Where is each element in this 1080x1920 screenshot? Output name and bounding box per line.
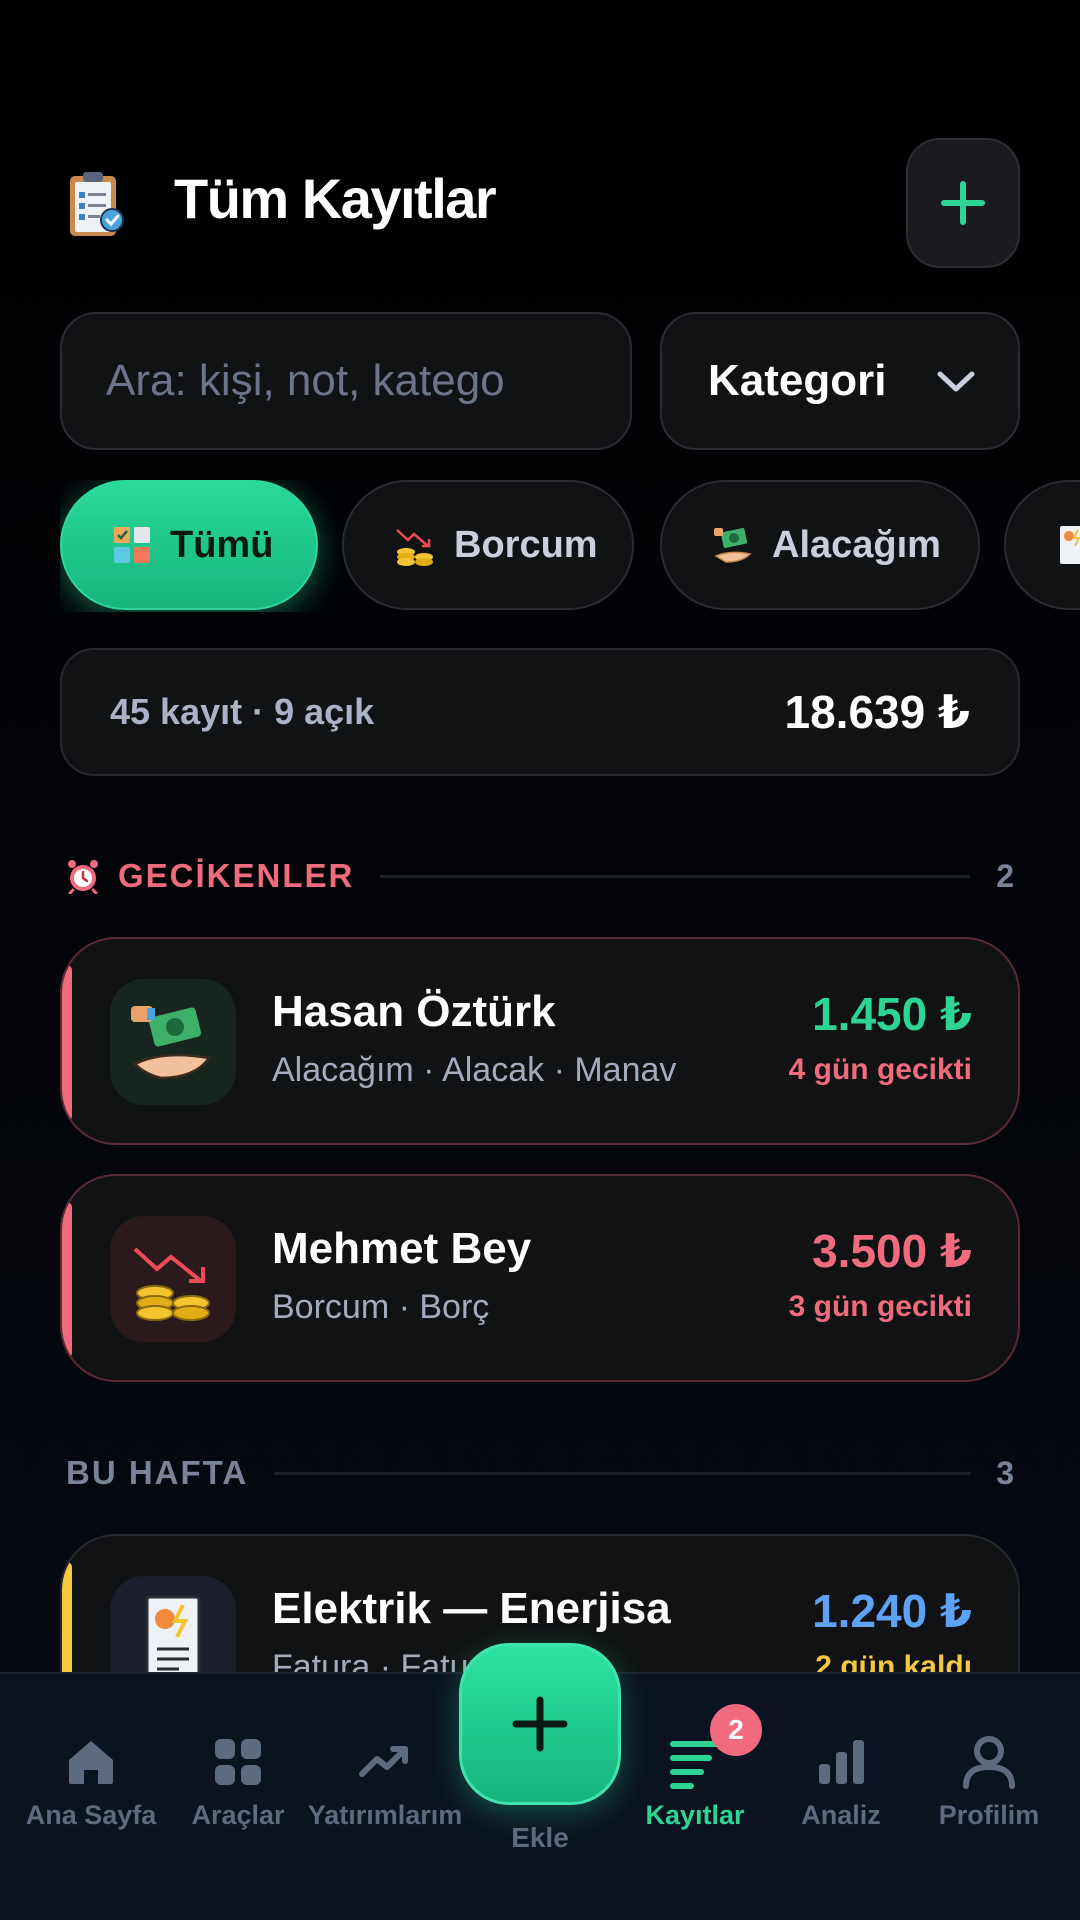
trend-up-icon: [359, 1746, 408, 1777]
header: Tüm Kayıtlar: [60, 138, 1020, 268]
fab-label: Ekle: [511, 1822, 569, 1853]
user-icon: [963, 1736, 1015, 1789]
chip-label: Tümü: [170, 523, 274, 566]
record-amount: 3.500 ₺: [812, 1225, 972, 1277]
record-name: Mehmet Bey: [272, 1224, 532, 1273]
nav-item-ana-sayfa[interactable]: Ana Sayfa: [16, 1674, 166, 1920]
record-status: 4 gün gecikti: [788, 1053, 972, 1086]
divider: [380, 874, 971, 878]
chevron-down-icon: [937, 371, 975, 392]
record-status: 3 gün gecikti: [788, 1290, 972, 1323]
nav-item-araclar[interactable]: Araçlar: [163, 1674, 313, 1920]
chip-alacagim[interactable]: Alacağım: [660, 480, 980, 610]
plus-icon: [512, 1696, 568, 1752]
nav-label: Yatırımlarım: [307, 1800, 463, 1830]
nav-item-profilim[interactable]: Profilim: [914, 1674, 1064, 1920]
section-header-overdue: GECİKENLER 2: [66, 851, 1014, 901]
summary-bar: 45 kayıt · 9 açık 18.639 ₺: [60, 648, 1020, 776]
record-icon-box: [110, 979, 236, 1105]
money-hand-icon: [131, 1006, 212, 1080]
section-title: GECİKENLER: [118, 857, 355, 894]
summary-total: 18.639 ₺: [784, 686, 970, 738]
coins-down-icon: [396, 529, 433, 566]
search-input[interactable]: [106, 356, 630, 406]
section-count: 3: [996, 1454, 1014, 1491]
record-card[interactable]: Hasan Öztürk Alacağım · Alacak · Manav 1…: [60, 937, 1020, 1145]
section-title: BU HAFTA: [66, 1454, 249, 1491]
record-subtitle: Alacağım · Alacak · Manav: [272, 1051, 677, 1089]
plus-icon: [941, 181, 985, 225]
status-bar: [62, 965, 72, 1121]
page-title: Tüm Kayıtlar: [174, 167, 497, 230]
nav-item-analiz[interactable]: Analiz: [766, 1674, 916, 1920]
grid-icon: [215, 1739, 261, 1785]
notification-badge: 2: [710, 1704, 762, 1756]
chip-tumu[interactable]: Tümü: [60, 480, 318, 610]
section-header-this-week: BU HAFTA 3: [66, 1448, 1014, 1498]
status-bar: [62, 1202, 72, 1358]
category-dropdown[interactable]: Kategori: [660, 312, 1020, 450]
bar-chart-icon: [819, 1740, 864, 1784]
add-record-button[interactable]: [906, 138, 1020, 268]
record-subtitle: Borcum · Borç: [272, 1288, 490, 1326]
nav-label: Profilim: [938, 1800, 1040, 1830]
record-amount: 1.240 ₺: [812, 1585, 972, 1637]
alarm-clock-icon: [68, 860, 98, 894]
search-field[interactable]: [60, 312, 632, 450]
section-count: 2: [996, 857, 1014, 894]
summary-meta: 45 kayıt · 9 açık: [110, 691, 375, 732]
category-label: Kategori: [708, 356, 887, 405]
coins-down-icon: [133, 1247, 210, 1321]
add-fab-button[interactable]: [459, 1643, 621, 1805]
record-amount: 1.450 ₺: [812, 988, 972, 1040]
filter-chips: Tümü Borcum Alacağım: [60, 480, 1080, 612]
clipboard-checklist-icon: [64, 168, 128, 240]
record-icon-box: [110, 1216, 236, 1342]
record-name: Elektrik — Enerjisa: [272, 1584, 671, 1633]
divider: [274, 1471, 971, 1475]
money-hand-icon: [714, 528, 752, 563]
electricity-bill-icon: [1060, 526, 1080, 564]
record-card[interactable]: Mehmet Bey Borcum · Borç 3.500 ₺ 3 gün g…: [60, 1174, 1020, 1382]
chip-fatura[interactable]: [1004, 480, 1080, 610]
record-name: Hasan Öztürk: [272, 987, 556, 1036]
grid-categories-icon: [114, 527, 150, 563]
chip-label: Borcum: [454, 523, 598, 566]
chip-label: Alacağım: [772, 523, 941, 566]
home-icon: [69, 1741, 113, 1784]
nav-item-yatirimlarim[interactable]: Yatırımlarım: [308, 1674, 462, 1920]
chip-borcum[interactable]: Borcum: [342, 480, 634, 610]
